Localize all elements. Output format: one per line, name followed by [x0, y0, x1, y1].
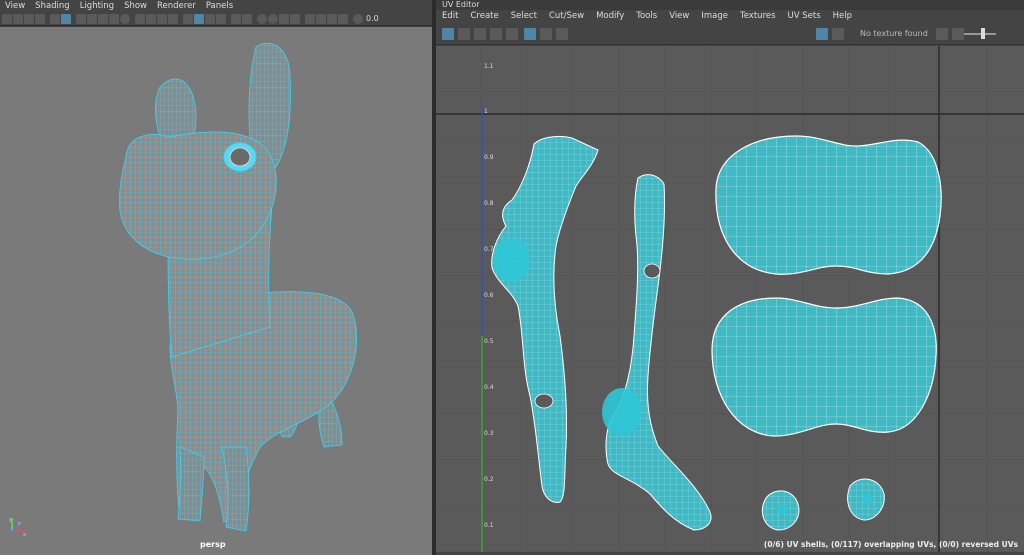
uv-shell-body-top[interactable] — [715, 135, 942, 275]
light-icon[interactable] — [231, 13, 241, 24]
uv-tick-0-6: 0.6 — [484, 292, 494, 299]
uv-editor-panel: UV Editor Edit Create Select Cut/Sew Mod… — [436, 0, 1024, 555]
image-plane-icon[interactable] — [35, 13, 45, 24]
wireframe-icon[interactable] — [135, 13, 145, 24]
uv-menu-edit[interactable]: Edit — [436, 10, 464, 23]
uv-canvas[interactable]: 1.1 1 0.9 0.8 0.7 0.6 0.5 0.4 0.3 0.2 0.… — [436, 46, 1024, 552]
camera-label: persp — [200, 540, 226, 549]
bookmark-icon[interactable] — [24, 13, 34, 24]
viewport-menu-renderer[interactable]: Renderer — [152, 0, 201, 12]
uv-tick-0-7: 0.7 — [484, 246, 494, 253]
uv-brightness-slider-handle[interactable] — [981, 28, 985, 39]
llama-model — [119, 42, 357, 532]
uv-checker-icon[interactable] — [506, 28, 518, 40]
viewport-menu-shading[interactable]: Shading — [30, 0, 75, 12]
uv-menu-modify[interactable]: Modify — [590, 10, 630, 23]
smooth-shade-icon[interactable] — [146, 13, 156, 24]
safe-action-icon[interactable] — [109, 13, 119, 24]
axis-gizmo-icon: y x z — [9, 517, 26, 537]
ambient-occlusion-icon[interactable] — [257, 13, 267, 24]
safe-title-icon[interactable] — [120, 13, 130, 24]
textured-icon[interactable] — [205, 13, 215, 24]
viewport-toolbar: 0.0 — [0, 12, 432, 26]
uv-tick-0-4: 0.4 — [484, 384, 494, 391]
uv-tick-0-1: 0.1 — [484, 522, 494, 529]
film-gate-icon[interactable] — [61, 13, 71, 24]
default-material-icon[interactable] — [157, 13, 167, 24]
uv-camera-icon[interactable] — [556, 28, 568, 40]
viewport-menu-panels[interactable]: Panels — [201, 0, 238, 12]
uv-menu-textures[interactable]: Textures — [734, 10, 782, 23]
uv-tick-0-5: 0.5 — [484, 338, 494, 345]
uv-distortion-icon[interactable] — [474, 28, 486, 40]
uv-editor-menubar: Edit Create Select Cut/Sew Modify Tools … — [436, 10, 1024, 23]
xray-joints-icon[interactable] — [327, 13, 337, 24]
axis-y-label: y — [9, 517, 12, 523]
uv-display-icon[interactable] — [442, 28, 454, 40]
viewport-menu-lighting[interactable]: Lighting — [75, 0, 119, 12]
viewport-menu-view[interactable]: View — [0, 0, 30, 12]
uv-checker-display-icon[interactable] — [832, 28, 844, 40]
uv-editor-titlebar: UV Editor — [436, 0, 1024, 10]
uv-tick-0-3: 0.3 — [484, 430, 494, 437]
anti-aliasing-icon[interactable] — [279, 13, 289, 24]
uv-menu-tools[interactable]: Tools — [630, 10, 663, 23]
gate-mask-icon[interactable] — [87, 13, 97, 24]
uv-shell-body-bottom[interactable] — [711, 297, 937, 437]
field-chart-icon[interactable] — [98, 13, 108, 24]
uv-menu-cut-sew[interactable]: Cut/Sew — [543, 10, 590, 23]
uv-menu-image[interactable]: Image — [695, 10, 734, 23]
shaded-wire-icon[interactable] — [194, 13, 204, 24]
exposure-value[interactable]: 0.0 — [366, 14, 379, 23]
texture-dropdown[interactable]: No texture found — [860, 29, 928, 38]
uv-layout: 1.1 1 0.9 0.8 0.7 0.6 0.5 0.4 0.3 0.2 0.… — [436, 46, 1024, 552]
uv-tick-0-2: 0.2 — [484, 476, 494, 483]
camera-attributes-icon[interactable] — [13, 13, 23, 24]
uv-tick-0-9: 0.9 — [484, 154, 494, 161]
uv-texture-borders-icon[interactable] — [490, 28, 502, 40]
exposure-icon[interactable] — [353, 13, 363, 24]
uv-editor-title: UV Editor — [442, 0, 480, 9]
motion-blur-icon[interactable] — [268, 13, 278, 24]
viewport-menu-show[interactable]: Show — [119, 0, 152, 12]
uv-grid-icon[interactable] — [524, 28, 536, 40]
axis-x-label: x — [23, 532, 26, 537]
uv-shaded-icon[interactable] — [458, 28, 470, 40]
uv-menu-uv-sets[interactable]: UV Sets — [782, 10, 827, 23]
uv-menu-select[interactable]: Select — [505, 10, 543, 23]
uv-brightness-slider[interactable] — [964, 33, 996, 35]
xray-icon[interactable] — [316, 13, 326, 24]
resolution-gate-icon[interactable] — [76, 13, 86, 24]
select-camera-icon[interactable] — [2, 13, 12, 24]
axis-z-label: z — [18, 521, 21, 527]
uv-image-display-icon[interactable] — [816, 28, 828, 40]
wireframe-on-shaded-icon[interactable] — [168, 13, 178, 24]
uv-status-bar: (0/6) UV shells, (0/117) overlapping UVs… — [763, 540, 1018, 549]
viewport-canvas[interactable]: y x z persp — [0, 27, 432, 555]
uv-menu-help[interactable]: Help — [827, 10, 858, 23]
uv-tile-icon[interactable] — [936, 28, 948, 40]
xray-components-icon[interactable] — [338, 13, 348, 24]
uv-tick-1-1: 1.1 — [484, 63, 494, 70]
checker-icon[interactable] — [216, 13, 226, 24]
uv-menu-view[interactable]: View — [663, 10, 695, 23]
depth-of-field-icon[interactable] — [290, 13, 300, 24]
isolate-select-icon[interactable] — [305, 13, 315, 24]
eye-icon — [229, 147, 251, 167]
uv-image-icon[interactable] — [952, 28, 964, 40]
uv-tick-1: 1 — [484, 108, 488, 115]
cube-icon[interactable] — [183, 13, 193, 24]
viewport-panel: View Shading Lighting Show Renderer Pane… — [0, 0, 432, 555]
grid-icon[interactable] — [50, 13, 60, 24]
uv-menu-create[interactable]: Create — [464, 10, 504, 23]
uv-editor-toolbar: No texture found — [436, 23, 1024, 45]
uv-tick-0-8: 0.8 — [484, 200, 494, 207]
uv-snap-icon[interactable] — [540, 28, 552, 40]
viewport-menubar: View Shading Lighting Show Renderer Pane… — [0, 0, 432, 12]
shadows-icon[interactable] — [242, 13, 252, 24]
